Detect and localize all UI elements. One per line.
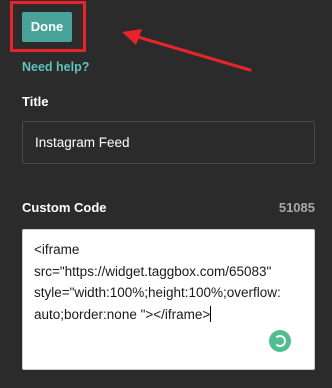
- code-line: <iframe: [34, 242, 80, 257]
- need-help-link[interactable]: Need help?: [22, 60, 89, 74]
- code-line: auto;border:none "></iframe>: [34, 306, 211, 322]
- title-input[interactable]: [22, 121, 315, 164]
- text-caret: [210, 305, 212, 322]
- loading-spinner-icon: [269, 330, 291, 352]
- custom-code-label: Custom Code: [22, 200, 107, 215]
- character-counter: 51085: [278, 200, 315, 215]
- custom-code-textarea[interactable]: <iframe src="https://widget.taggbox.com/…: [22, 229, 315, 370]
- code-line: style="width:100%;height:100%;overflow:: [34, 285, 281, 300]
- title-label: Title: [22, 94, 49, 109]
- code-line: src="https://widget.taggbox.com/65083": [34, 263, 272, 279]
- done-button[interactable]: Done: [22, 12, 72, 42]
